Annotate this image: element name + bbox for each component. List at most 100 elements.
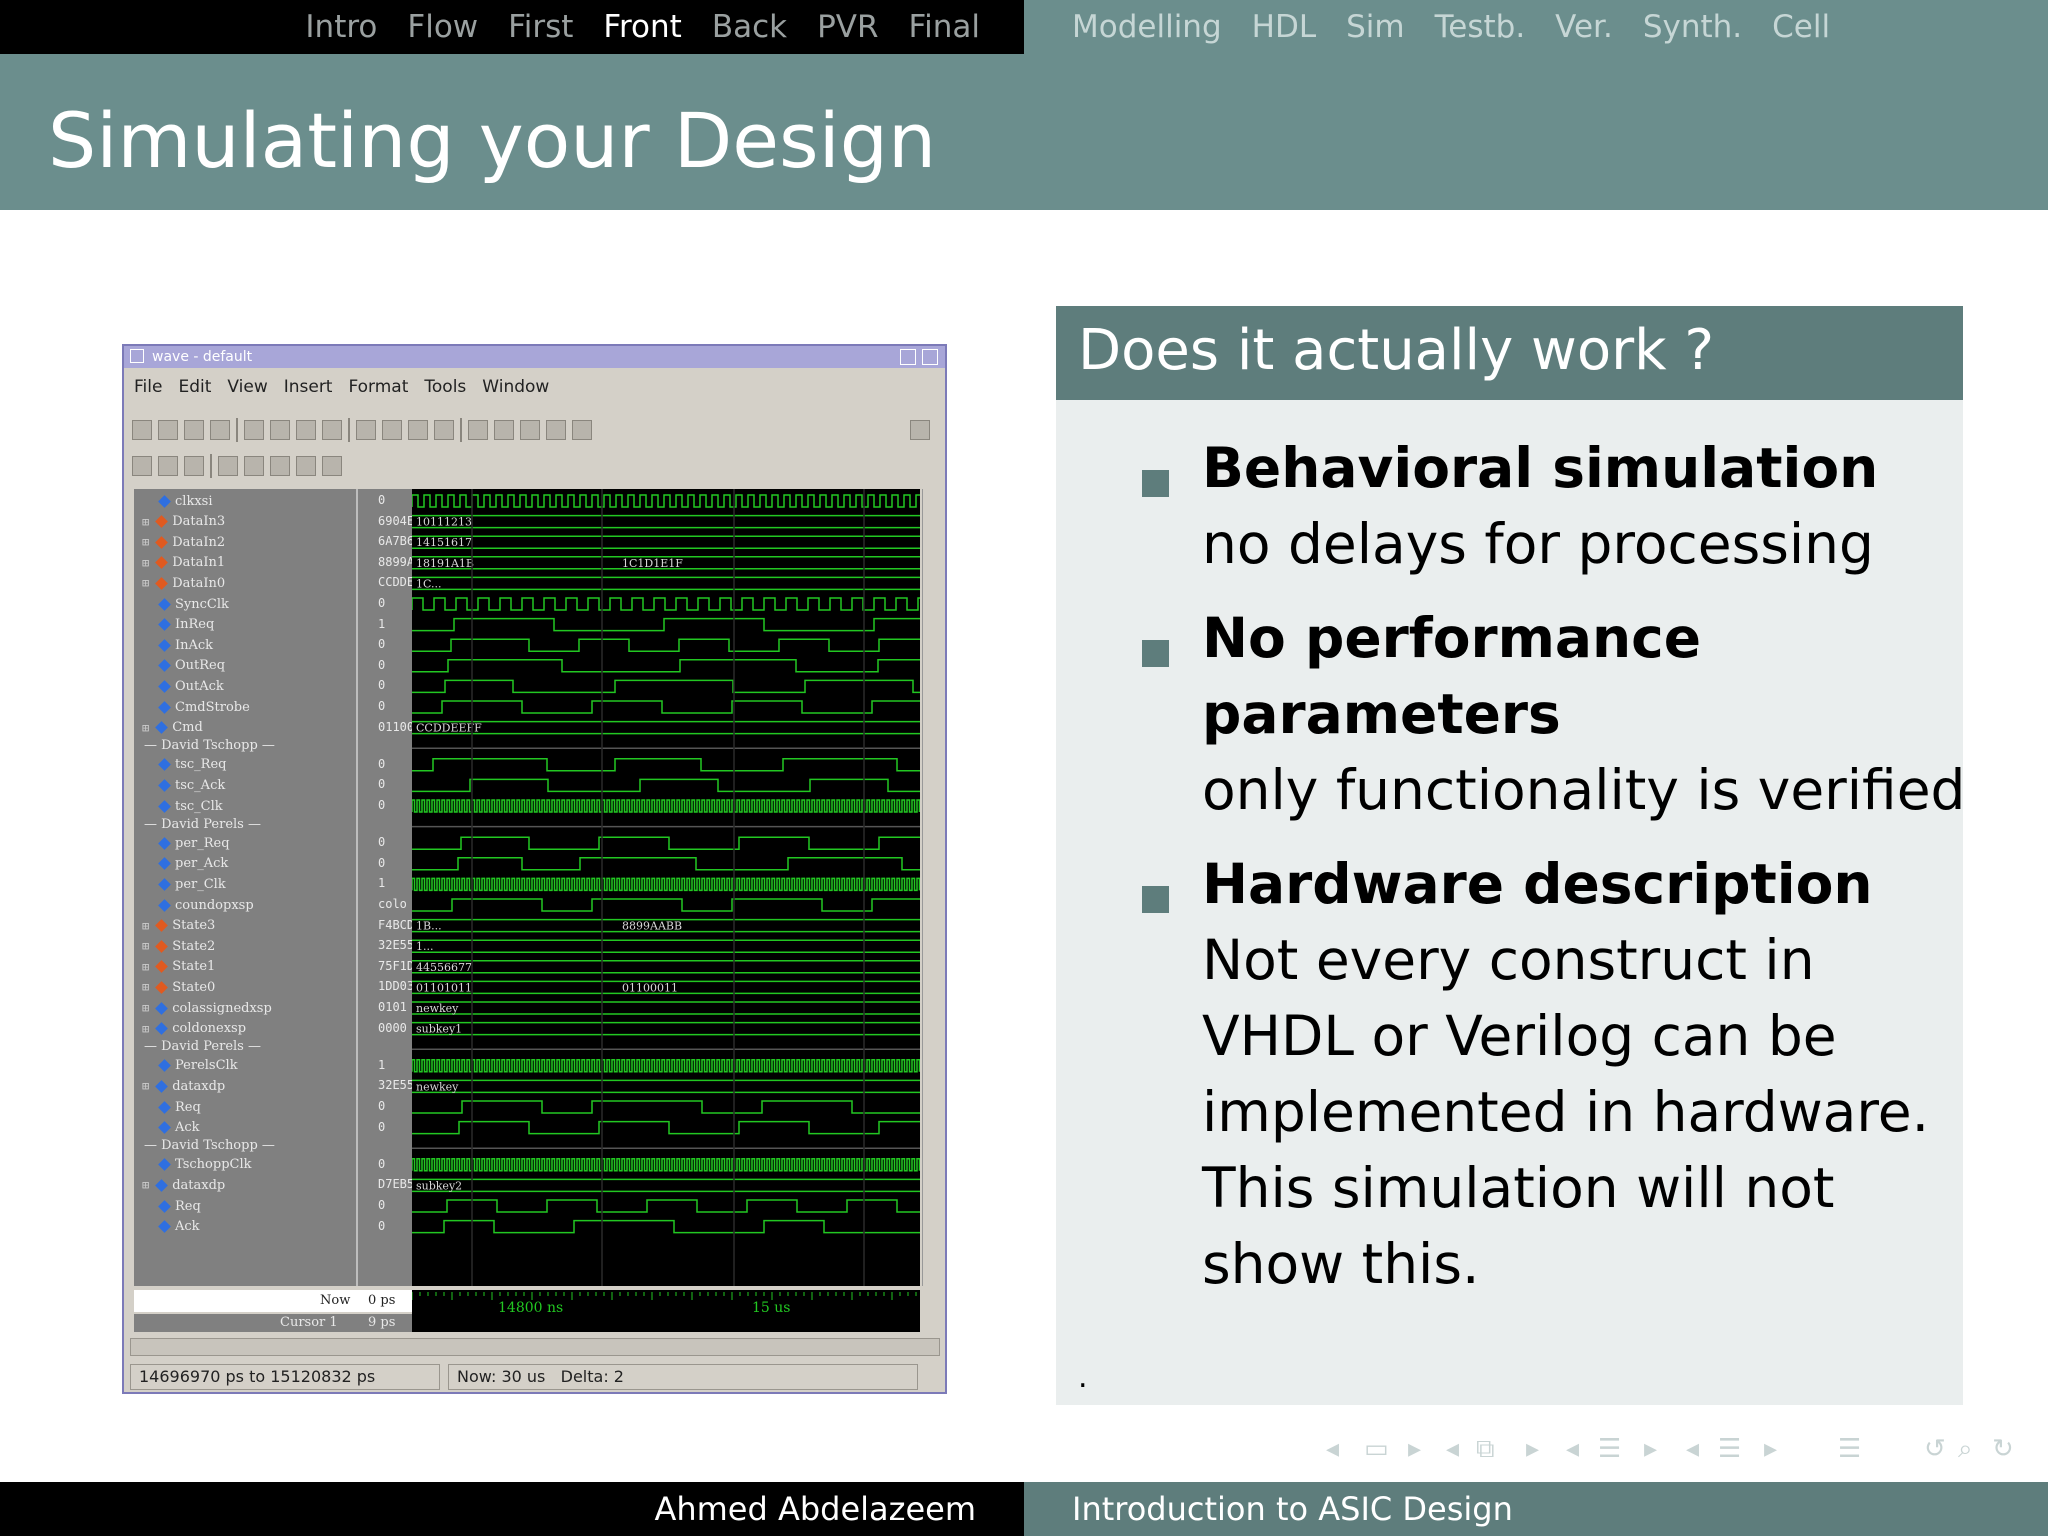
expand-icon[interactable]: ⊞: [142, 576, 149, 590]
signal-row[interactable]: ⊞ Cmd: [142, 718, 203, 738]
signal-row[interactable]: coundopxsp: [158, 895, 254, 915]
signal-row[interactable]: Req: [158, 1196, 201, 1216]
ruler-ticks: [411, 1292, 917, 1300]
signal-row[interactable]: ⊞ State3: [142, 916, 215, 936]
bus-trace: [412, 939, 920, 953]
back-icon[interactable]: ↺: [1924, 1434, 1946, 1464]
expand-icon[interactable]: ⊞: [142, 556, 149, 570]
expand-icon[interactable]: ⊞: [142, 1178, 149, 1192]
signal-row[interactable]: ⊞ DataIn0: [142, 573, 225, 593]
subsection-icon[interactable]: ☰: [1598, 1434, 1621, 1464]
nav-ver[interactable]: Ver.: [1555, 9, 1613, 45]
next-slide-icon[interactable]: ▸: [1526, 1434, 1539, 1464]
signal-row[interactable]: per_Clk: [158, 874, 226, 894]
signal-row[interactable]: per_Ack: [158, 854, 228, 874]
signal-row[interactable]: ⊞ colassignedxsp: [142, 998, 272, 1018]
slide-icon[interactable]: ⧉: [1476, 1434, 1495, 1465]
signal-row[interactable]: InReq: [158, 615, 214, 635]
nav-hdl[interactable]: HDL: [1252, 9, 1316, 45]
menu-format: Format: [348, 377, 409, 397]
signal-row[interactable]: ⊞ coldonexsp: [142, 1019, 246, 1039]
signal-row[interactable]: ⊞ State2: [142, 936, 215, 956]
signal-row[interactable]: tsc_Req: [158, 755, 226, 775]
search-icon[interactable]: ⌕: [1958, 1434, 1973, 1465]
signal-row[interactable]: ⊞ State0: [142, 977, 215, 997]
nav-intro[interactable]: Intro: [305, 9, 377, 45]
signal-name: Ack: [175, 1120, 200, 1136]
window-menu-icon: [130, 349, 144, 363]
next-frame-icon[interactable]: ▸: [1408, 1434, 1421, 1464]
nav-final[interactable]: Final: [909, 9, 980, 45]
menu-insert: Insert: [283, 377, 333, 397]
expand-icon[interactable]: ⊞: [142, 939, 149, 953]
signal-group-label: — David Tschopp —: [144, 738, 275, 754]
document-icon[interactable]: ☰: [1838, 1434, 1861, 1464]
expand-icon[interactable]: ⊞: [142, 919, 149, 933]
signal-row[interactable]: Ack: [158, 1217, 200, 1237]
nav-cell[interactable]: Cell: [1772, 9, 1830, 45]
signal-row[interactable]: ⊞ DataIn2: [142, 532, 226, 552]
wave-vertical-scrollbar: [922, 489, 942, 1286]
signal-name: DataIn1: [172, 555, 226, 571]
expand-icon[interactable]: ⊞: [142, 980, 149, 994]
signal-name: DataIn2: [172, 534, 226, 550]
signal-name: InAck: [175, 637, 214, 653]
time-ruler: 14800 ns 15 us: [411, 1290, 920, 1332]
signal-row[interactable]: InAck: [158, 635, 214, 655]
step-icon: [408, 420, 428, 440]
nav-modelling[interactable]: Modelling: [1072, 9, 1222, 45]
signal-row[interactable]: tsc_Clk: [158, 796, 223, 816]
forward-icon[interactable]: ↻: [1992, 1434, 2014, 1464]
signal-row[interactable]: per_Req: [158, 833, 230, 853]
expand-icon[interactable]: ⊞: [142, 515, 149, 529]
signal-row[interactable]: OutAck: [158, 676, 224, 696]
nav-pvr[interactable]: PVR: [817, 9, 878, 45]
signal-row[interactable]: OutReq: [158, 656, 225, 676]
prev-frame-icon[interactable]: ◂: [1326, 1434, 1339, 1464]
signal-row[interactable]: ⊞ DataIn3: [142, 512, 225, 532]
nav-synth[interactable]: Synth.: [1643, 9, 1742, 45]
nav-flow[interactable]: Flow: [407, 9, 478, 45]
waveform-pane: 10111213 14151617 18191A1B 1C1D1E1F 1C... CCD…: [412, 489, 920, 1286]
signal-diamond-icon: [155, 939, 169, 953]
signal-row[interactable]: ⊞ State1: [142, 957, 215, 977]
signal-row[interactable]: SyncClk: [158, 594, 229, 614]
nav-sim[interactable]: Sim: [1346, 9, 1405, 45]
zoom-area-icon: [158, 456, 178, 476]
signal-diamond-icon: [158, 618, 171, 631]
signal-row[interactable]: CmdStrobe: [158, 697, 250, 717]
nav-back[interactable]: Back: [712, 9, 787, 45]
menu-edit: Edit: [178, 377, 212, 397]
nav-first[interactable]: First: [508, 9, 573, 45]
next-subsection-icon[interactable]: ▸: [1644, 1434, 1657, 1464]
continue-icon: [520, 420, 540, 440]
value-column-divider: [356, 489, 358, 1286]
nav-testb[interactable]: Testb.: [1435, 9, 1526, 45]
signal-row[interactable]: ⊞ dataxdp: [142, 1175, 225, 1195]
signal-diamond-icon: [158, 1059, 171, 1073]
nav-front[interactable]: Front: [603, 9, 681, 45]
signal-row[interactable]: PerelsClk: [158, 1056, 238, 1076]
signal-trace: [412, 778, 920, 793]
signal-row[interactable]: clkxsi: [158, 491, 212, 511]
expand-icon[interactable]: ⊞: [142, 1079, 149, 1093]
next-section-icon[interactable]: ▸: [1764, 1434, 1777, 1464]
signal-row[interactable]: ⊞ dataxdp: [142, 1076, 225, 1096]
signal-row[interactable]: ⊞ DataIn1: [142, 553, 226, 573]
expand-icon[interactable]: ⊞: [142, 960, 149, 974]
signal-row[interactable]: Req: [158, 1097, 201, 1117]
prev-section-icon[interactable]: ◂: [1686, 1434, 1699, 1464]
signal-row[interactable]: TschoppClk: [158, 1155, 252, 1175]
footer-course: Introduction to ASIC Design: [1024, 1482, 2048, 1536]
now-value: 0 ps: [368, 1293, 396, 1308]
frame-icon[interactable]: ▭: [1364, 1434, 1389, 1464]
expand-icon[interactable]: ⊞: [142, 1001, 149, 1015]
signal-row[interactable]: Ack: [158, 1118, 200, 1138]
prev-slide-icon[interactable]: ◂: [1446, 1434, 1459, 1464]
prev-subsection-icon[interactable]: ◂: [1566, 1434, 1579, 1464]
section-icon[interactable]: ☰: [1718, 1434, 1741, 1464]
expand-icon[interactable]: ⊞: [142, 535, 149, 549]
expand-icon[interactable]: ⊞: [142, 721, 149, 735]
expand-icon[interactable]: ⊞: [142, 1022, 149, 1036]
signal-row[interactable]: tsc_Ack: [158, 775, 225, 795]
